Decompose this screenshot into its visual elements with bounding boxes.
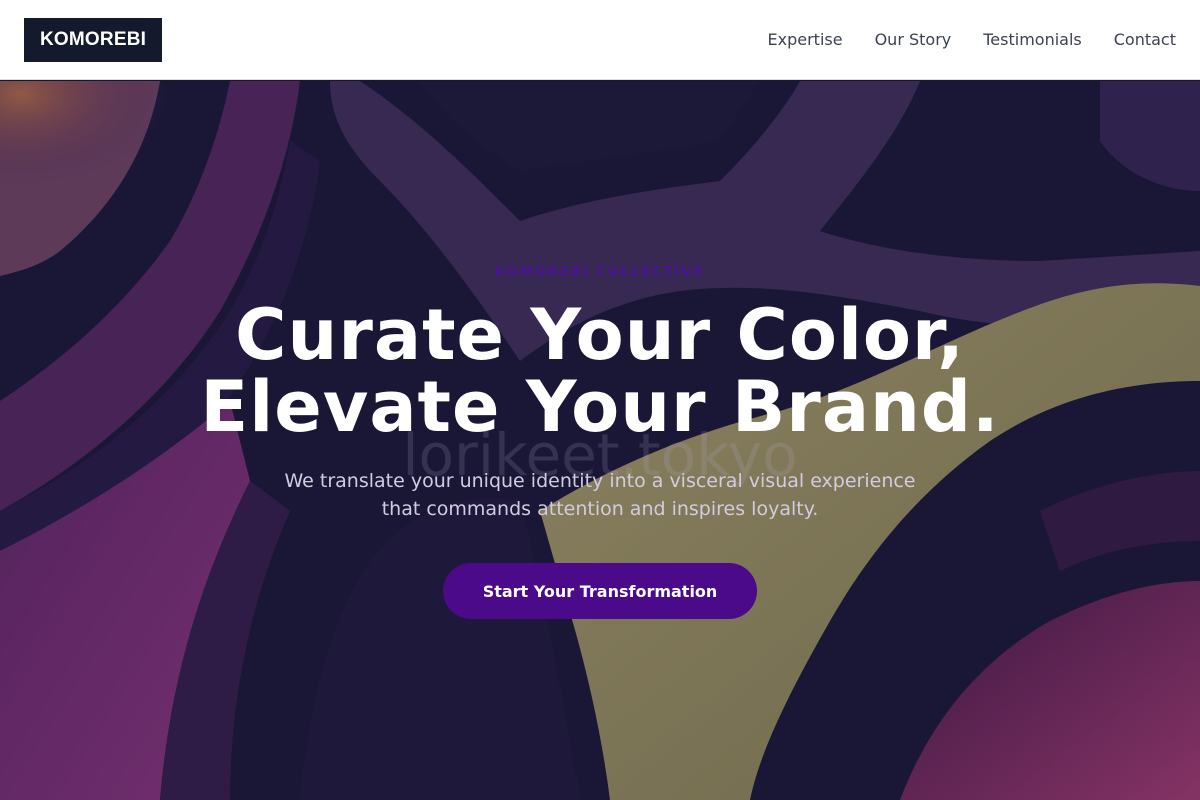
hero-headline: Curate Your Color, Elevate Your Brand. <box>0 299 1200 443</box>
hero-subtext-line-2: that commands attention and inspires loy… <box>381 498 819 520</box>
main-nav: Expertise Our Story Testimonials Contact <box>768 30 1176 49</box>
site-header: KOMOREBI Expertise Our Story Testimonial… <box>0 0 1200 80</box>
nav-link-contact[interactable]: Contact <box>1114 30 1176 49</box>
nav-link-our-story[interactable]: Our Story <box>875 30 952 49</box>
nav-link-testimonials[interactable]: Testimonials <box>983 30 1082 49</box>
hero-headline-line-2: Elevate Your Brand. <box>200 366 1000 448</box>
hero-eyebrow: KOMOREBI COLLECTIVE <box>495 265 705 280</box>
hero-subtext: We translate your unique identity into a… <box>0 467 1200 523</box>
hero-subtext-line-1: We translate your unique identity into a… <box>284 470 916 492</box>
nav-link-expertise[interactable]: Expertise <box>768 30 843 49</box>
start-transformation-button[interactable]: Start Your Transformation <box>443 563 757 619</box>
hero-section: lorikeet.tokyo KOMOREBI COLLECTIVE Curat… <box>0 81 1200 800</box>
site-logo[interactable]: KOMOREBI <box>24 17 163 62</box>
hero-headline-line-1: Curate Your Color, <box>235 294 965 376</box>
